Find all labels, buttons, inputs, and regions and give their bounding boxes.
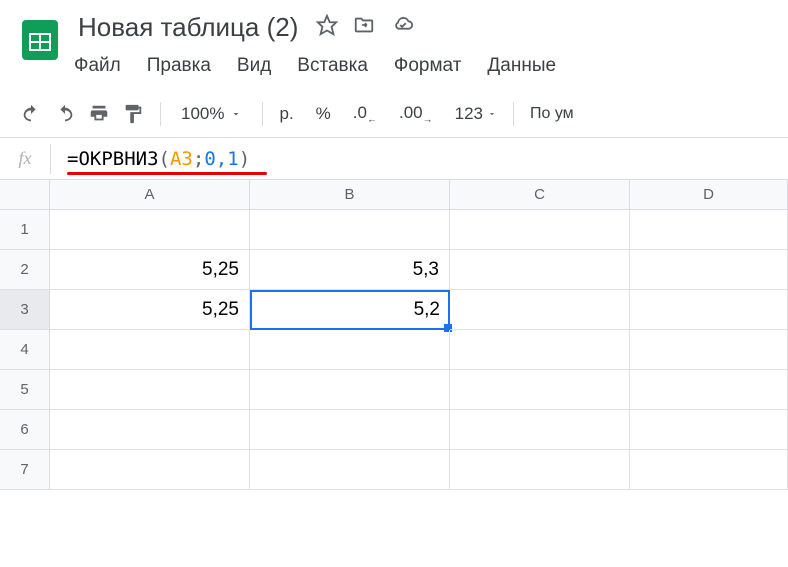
cell-D2[interactable] [630, 250, 788, 290]
cell-C6[interactable] [450, 410, 630, 450]
formula-open-paren: ( [159, 148, 170, 170]
undo-button[interactable] [16, 99, 46, 129]
cell-C3[interactable] [450, 290, 630, 330]
cell-D5[interactable] [630, 370, 788, 410]
formula-num1: 0 [204, 148, 215, 170]
formula-sep: ; [193, 148, 204, 170]
formula-input[interactable]: =ОКРВНИЗ(A3;0,1) [51, 148, 250, 170]
col-header-B[interactable]: B [250, 180, 450, 209]
cell-B3[interactable]: 5,2 [250, 290, 450, 330]
cell-C2[interactable] [450, 250, 630, 290]
zoom-dropdown[interactable]: 100% [173, 104, 250, 124]
select-all-corner[interactable] [0, 180, 49, 210]
row-header-5[interactable]: 5 [0, 370, 49, 410]
cell-B2[interactable]: 5,3 [250, 250, 450, 290]
formula-cell-ref: A3 [170, 148, 193, 170]
cell-D7[interactable] [630, 450, 788, 490]
row-header-1[interactable]: 1 [0, 210, 49, 250]
chevron-down-icon [487, 109, 497, 119]
formula-underline [67, 172, 267, 175]
cell-A7[interactable] [50, 450, 250, 490]
cell-A2[interactable]: 5,25 [50, 250, 250, 290]
font-dropdown[interactable]: По ум [526, 105, 578, 123]
document-title[interactable]: Новая таблица (2) [74, 10, 302, 45]
cell-A6[interactable] [50, 410, 250, 450]
menu-bar: Файл Правка Вид Вставка Формат Данные [74, 51, 772, 81]
decrease-decimal-button[interactable]: .0← [349, 103, 381, 125]
cell-A4[interactable] [50, 330, 250, 370]
col-header-C[interactable]: C [450, 180, 630, 209]
redo-button[interactable] [50, 99, 80, 129]
format-123-label: 123 [455, 104, 483, 124]
menu-edit[interactable]: Правка [147, 51, 223, 81]
row-header-4[interactable]: 4 [0, 330, 49, 370]
formula-num2: 1 [227, 148, 238, 170]
spreadsheet-grid: 1 2 3 4 5 6 7 A B C D 5,25 5,3 [0, 180, 788, 490]
zoom-value: 100% [181, 104, 224, 124]
cloud-status-icon[interactable] [390, 14, 416, 41]
formula-close-paren: ) [239, 148, 250, 170]
cell-B5[interactable] [250, 370, 450, 410]
cell-B7[interactable] [250, 450, 450, 490]
formula-bar: fx =ОКРВНИЗ(A3;0,1) [0, 138, 788, 180]
sheets-app-icon[interactable] [16, 16, 64, 64]
cell-C1[interactable] [450, 210, 630, 250]
menu-format[interactable]: Формат [394, 51, 474, 81]
formula-comma: , [216, 148, 227, 170]
cell-B3-value: 5,2 [414, 299, 440, 321]
menu-data[interactable]: Данные [487, 51, 568, 81]
menu-file[interactable]: Файл [74, 51, 133, 81]
format-123-dropdown[interactable]: 123 [451, 104, 501, 124]
print-button[interactable] [84, 99, 114, 129]
cell-A3[interactable]: 5,25 [50, 290, 250, 330]
row-header-2[interactable]: 2 [0, 250, 49, 290]
cell-C5[interactable] [450, 370, 630, 410]
cell-C7[interactable] [450, 450, 630, 490]
cell-D1[interactable] [630, 210, 788, 250]
col-header-A[interactable]: A [50, 180, 250, 209]
menu-view[interactable]: Вид [237, 51, 283, 81]
increase-decimal-button[interactable]: .00→ [395, 103, 437, 125]
move-folder-icon[interactable] [352, 14, 376, 41]
cell-D6[interactable] [630, 410, 788, 450]
cell-D4[interactable] [630, 330, 788, 370]
cell-B6[interactable] [250, 410, 450, 450]
row-header-7[interactable]: 7 [0, 450, 49, 490]
col-header-D[interactable]: D [630, 180, 788, 209]
formula-eq: = [67, 148, 78, 170]
paint-format-button[interactable] [118, 99, 148, 129]
cell-D3[interactable] [630, 290, 788, 330]
menu-insert[interactable]: Вставка [297, 51, 380, 81]
cell-C4[interactable] [450, 330, 630, 370]
fx-icon: fx [0, 148, 50, 169]
toolbar: 100% р. % .0← .00→ 123 По ум [0, 91, 788, 138]
star-icon[interactable] [316, 14, 338, 41]
format-percent-button[interactable]: % [312, 104, 335, 124]
cell-B1[interactable] [250, 210, 450, 250]
row-header-3[interactable]: 3 [0, 290, 49, 330]
cell-B4[interactable] [250, 330, 450, 370]
chevron-down-icon [230, 108, 242, 120]
cell-A1[interactable] [50, 210, 250, 250]
format-currency-button[interactable]: р. [275, 104, 297, 124]
formula-func: ОКРВНИЗ [78, 148, 158, 170]
row-header-6[interactable]: 6 [0, 410, 49, 450]
cell-A5[interactable] [50, 370, 250, 410]
